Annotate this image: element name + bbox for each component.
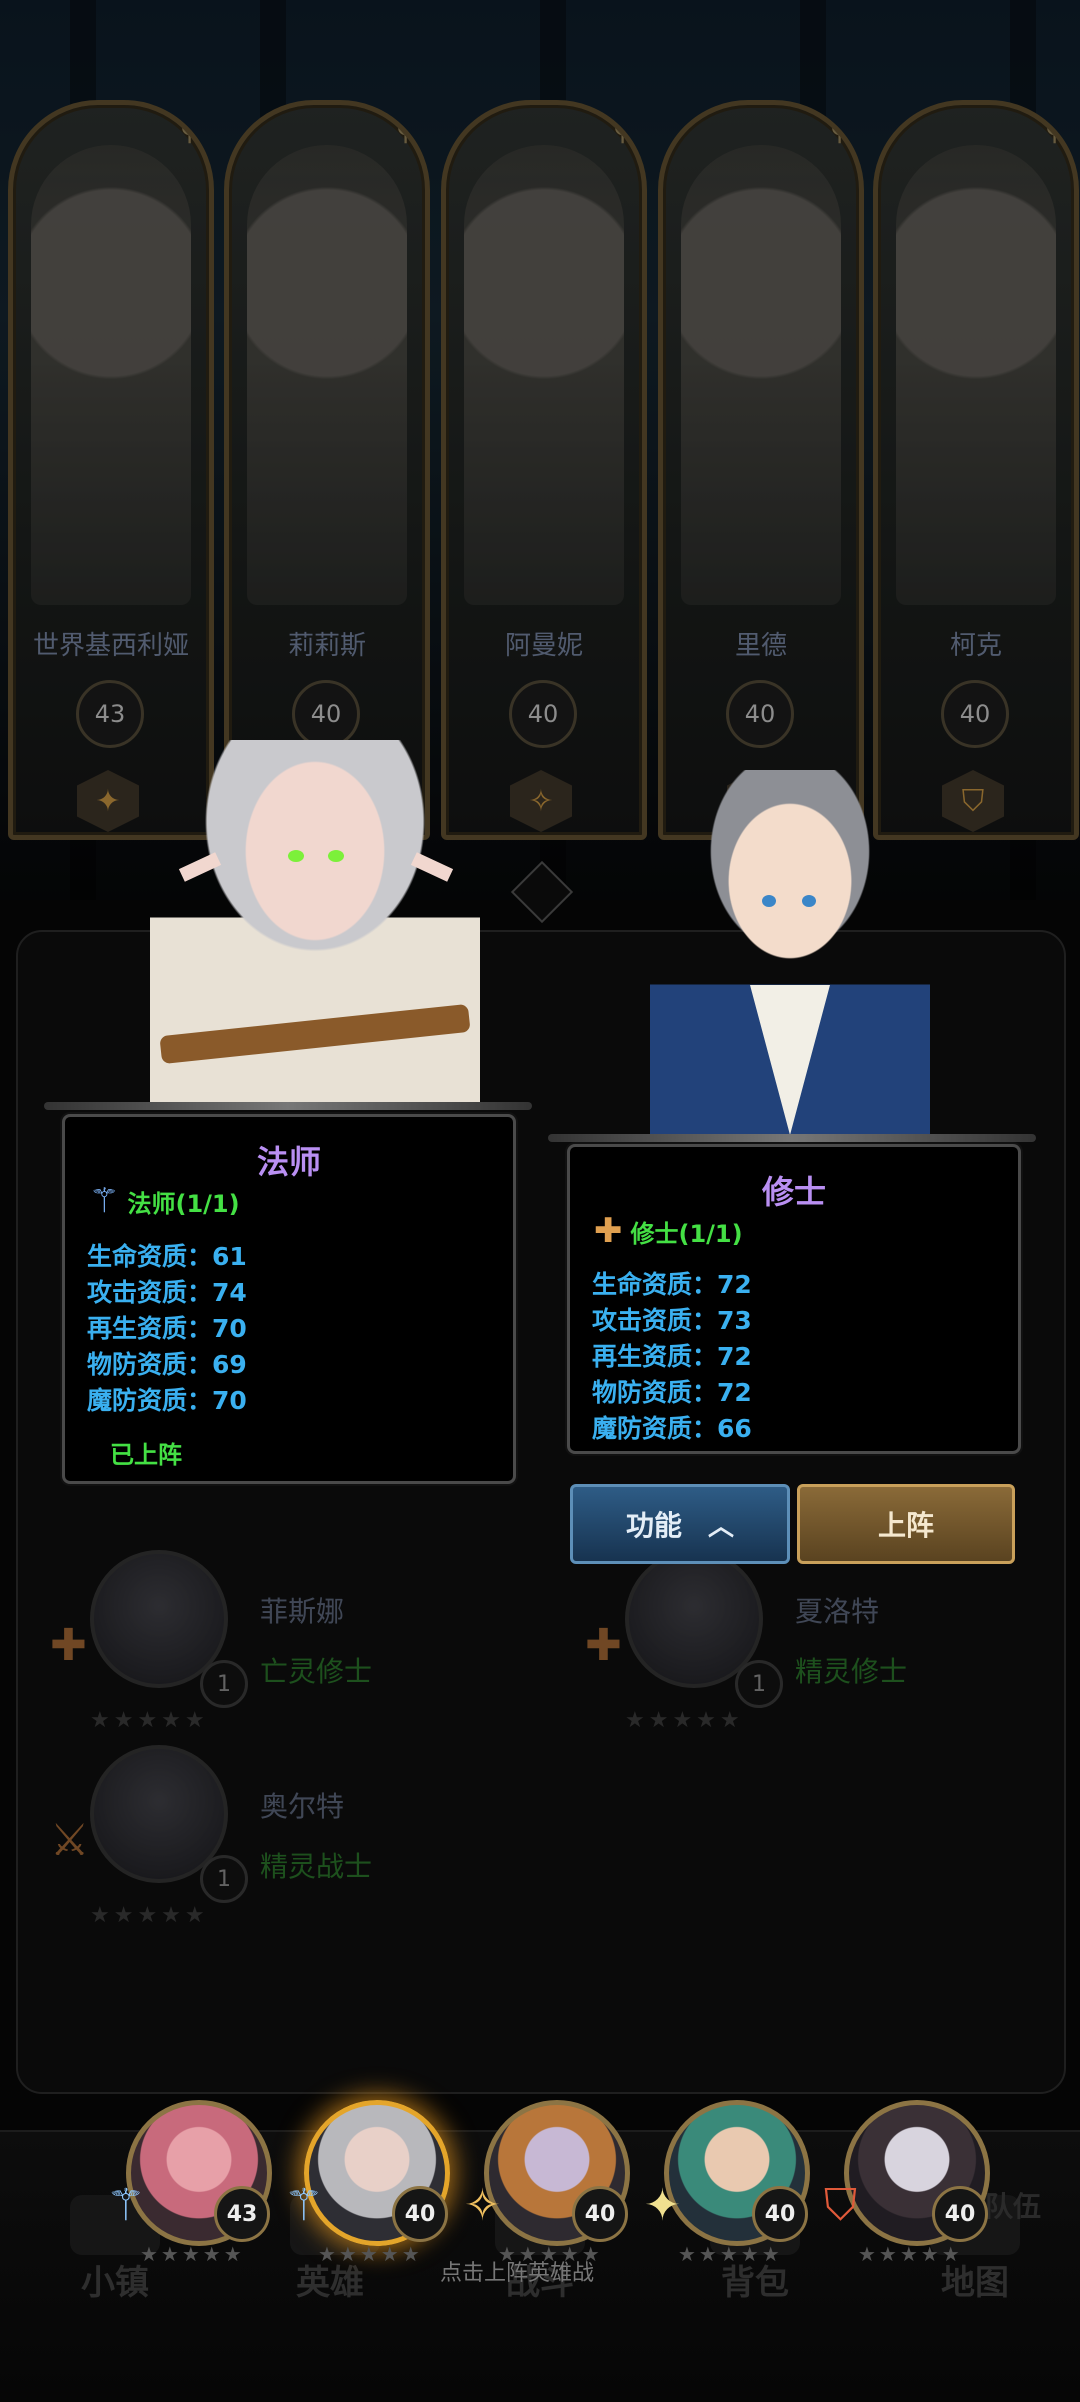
hero-level: 40	[752, 2186, 808, 2242]
chevron-up-icon: ︿	[708, 1511, 735, 1542]
cross-icon: ✚	[50, 1620, 87, 1671]
popup-divider	[44, 1102, 532, 1110]
list-item[interactable]: ✚ 1 ★★★★★ 菲斯娜 亡灵修士	[50, 1550, 530, 1733]
stat-pdef: 物防资质：69	[87, 1350, 247, 1379]
star-rating: ★★★★★	[140, 2242, 245, 2266]
team-slot-1[interactable]: ⚚ 43 ★★★★★	[106, 2100, 282, 2266]
stat-mdef: 魔防资质：70	[87, 1386, 247, 1415]
star-rating: ★★★★★	[318, 2242, 423, 2266]
staff-icon: ⚚	[106, 2180, 146, 2231]
list-item[interactable]: ⚔ 1 ★★★★★ 奥尔特 精灵战士	[50, 1745, 530, 1928]
class-tag: ⚚ 法师(1/1)	[89, 1181, 240, 1221]
list-item[interactable]: ✚ 1 ★★★★★ 夏洛特 精灵修士	[585, 1550, 1065, 1733]
sword-icon: ⚔	[50, 1815, 90, 1866]
star-rating: ★★★★★	[858, 2242, 963, 2266]
stat-atk: 攻击资质：74	[87, 1278, 247, 1307]
stat-hp: 生命资质：72	[592, 1270, 752, 1299]
stat-hp: 生命资质：61	[87, 1242, 247, 1271]
star-rating: ★★★★★	[90, 1708, 209, 1733]
stat-regen: 再生资质：72	[592, 1342, 752, 1371]
deploy-button[interactable]: 上阵	[797, 1484, 1015, 1564]
monk-popup: 修士 ✚ 修士(1/1) 生命资质：72 攻击资质：73 再生资质：72 物防资…	[567, 1144, 1021, 1454]
hero-level: 1	[200, 1855, 248, 1903]
team-slot-4[interactable]: ✦ 40 ★★★★★	[644, 2100, 820, 2266]
star-rating: ★★★★★	[90, 1903, 209, 1928]
hero-level: 40	[572, 2186, 628, 2242]
hero-level: 43	[214, 2186, 270, 2242]
team-slot-5[interactable]: ⛉ 40 ★★★★★	[824, 2100, 1000, 2266]
team-slot-2[interactable]: ⚚ 40 ★★★★★	[284, 2100, 460, 2266]
cross-icon: ✚	[594, 1211, 623, 1251]
stat-mdef: 魔防资质：66	[592, 1414, 752, 1443]
class-tag-label: 修士(1/1)	[630, 1219, 743, 1248]
team-slot-3[interactable]: ✧ 40 ★★★★★	[464, 2100, 640, 2266]
staff-icon: ⚚	[89, 1181, 120, 1221]
stat-atk: 攻击资质：73	[592, 1306, 752, 1335]
cross-icon: ✚	[585, 1620, 622, 1671]
popup-title: 修士	[761, 1173, 826, 1211]
hero-class: 亡灵修士	[260, 1655, 373, 1688]
star-rating: ★★★★★	[625, 1708, 744, 1733]
popup-divider	[548, 1134, 1036, 1142]
mage-hero-art	[150, 740, 480, 1110]
popup-title: 法师	[256, 1143, 321, 1181]
class-tag: ✚ 修士(1/1)	[594, 1211, 743, 1251]
monk-hero-art	[650, 770, 930, 1140]
function-button[interactable]: 功能 ︿	[570, 1484, 790, 1564]
staff-icon: ⚚	[284, 2180, 324, 2231]
hint-text: 点击上阵英雄战	[440, 2261, 595, 2286]
hero-class: 精灵修士	[795, 1655, 908, 1688]
stat-regen: 再生资质：70	[87, 1314, 247, 1343]
shield-icon: ⛉	[824, 2180, 857, 2231]
function-button-label: 功能	[625, 1509, 682, 1542]
hero-level: 40	[392, 2186, 448, 2242]
deployed-status: 已上阵	[110, 1441, 182, 1469]
cross-icon: ✦	[644, 2180, 681, 2231]
mage-popup: 法师 ⚚ 法师(1/1) 生命资质：61 攻击资质：74 再生资质：70 物防资…	[62, 1114, 516, 1484]
stat-pdef: 物防资质：72	[592, 1378, 752, 1407]
compass-icon: ✧	[464, 2180, 501, 2231]
hero-name: 奥尔特	[260, 1790, 345, 1823]
hero-name: 夏洛特	[795, 1595, 880, 1628]
class-tag-label: 法师(1/1)	[127, 1189, 240, 1218]
hero-level: 1	[200, 1660, 248, 1708]
hero-class: 精灵战士	[260, 1850, 373, 1883]
hero-level: 40	[932, 2186, 988, 2242]
star-rating: ★★★★★	[678, 2242, 783, 2266]
hero-level: 1	[735, 1660, 783, 1708]
deploy-button-label: 上阵	[877, 1509, 934, 1542]
hero-name: 菲斯娜	[260, 1595, 345, 1628]
